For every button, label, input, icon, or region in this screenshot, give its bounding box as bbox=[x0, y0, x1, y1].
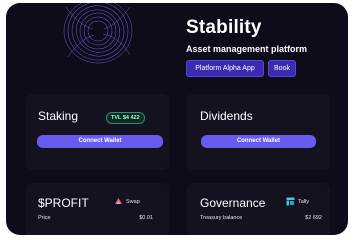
swap-icon bbox=[115, 198, 122, 204]
book-button[interactable]: Book bbox=[268, 60, 296, 77]
staking-card: Staking TVL $4 422 Connect Wallet bbox=[26, 94, 169, 170]
platform-alpha-app-button[interactable]: Platform Alpha App bbox=[186, 60, 264, 77]
tally-icon bbox=[286, 197, 295, 206]
app-frame: Stability Asset management platform Plat… bbox=[6, 3, 348, 235]
tally-link[interactable]: Tally bbox=[286, 197, 309, 206]
governance-card: Governance Tally Treasury balance $2 692 bbox=[187, 183, 330, 235]
hero-spiral-graphic bbox=[63, 3, 133, 64]
treasury-balance-label: Treasury balance bbox=[200, 215, 243, 221]
tally-label: Tally bbox=[298, 198, 310, 205]
page-title: Stability bbox=[186, 17, 262, 38]
page-subtitle: Asset management platform bbox=[186, 44, 308, 54]
treasury-balance-value: $2 692 bbox=[305, 215, 322, 221]
dividends-title: Dividends bbox=[200, 109, 253, 123]
swap-label: Swap bbox=[126, 198, 140, 205]
profit-title: $PROFIT bbox=[38, 196, 89, 210]
swap-link[interactable]: Swap bbox=[114, 197, 140, 206]
dividends-card: Dividends Connect Wallet bbox=[187, 94, 330, 170]
price-value: $0.01 bbox=[139, 215, 153, 221]
connect-wallet-button[interactable]: Connect Wallet bbox=[37, 135, 163, 148]
tvl-badge: TVL $4 422 bbox=[106, 112, 145, 124]
governance-title: Governance bbox=[200, 196, 266, 210]
connect-wallet-button[interactable]: Connect Wallet bbox=[201, 135, 316, 148]
price-label: Price bbox=[38, 215, 51, 221]
staking-title: Staking bbox=[38, 109, 79, 123]
profit-card: $PROFIT Swap Price $0.01 bbox=[26, 183, 169, 235]
